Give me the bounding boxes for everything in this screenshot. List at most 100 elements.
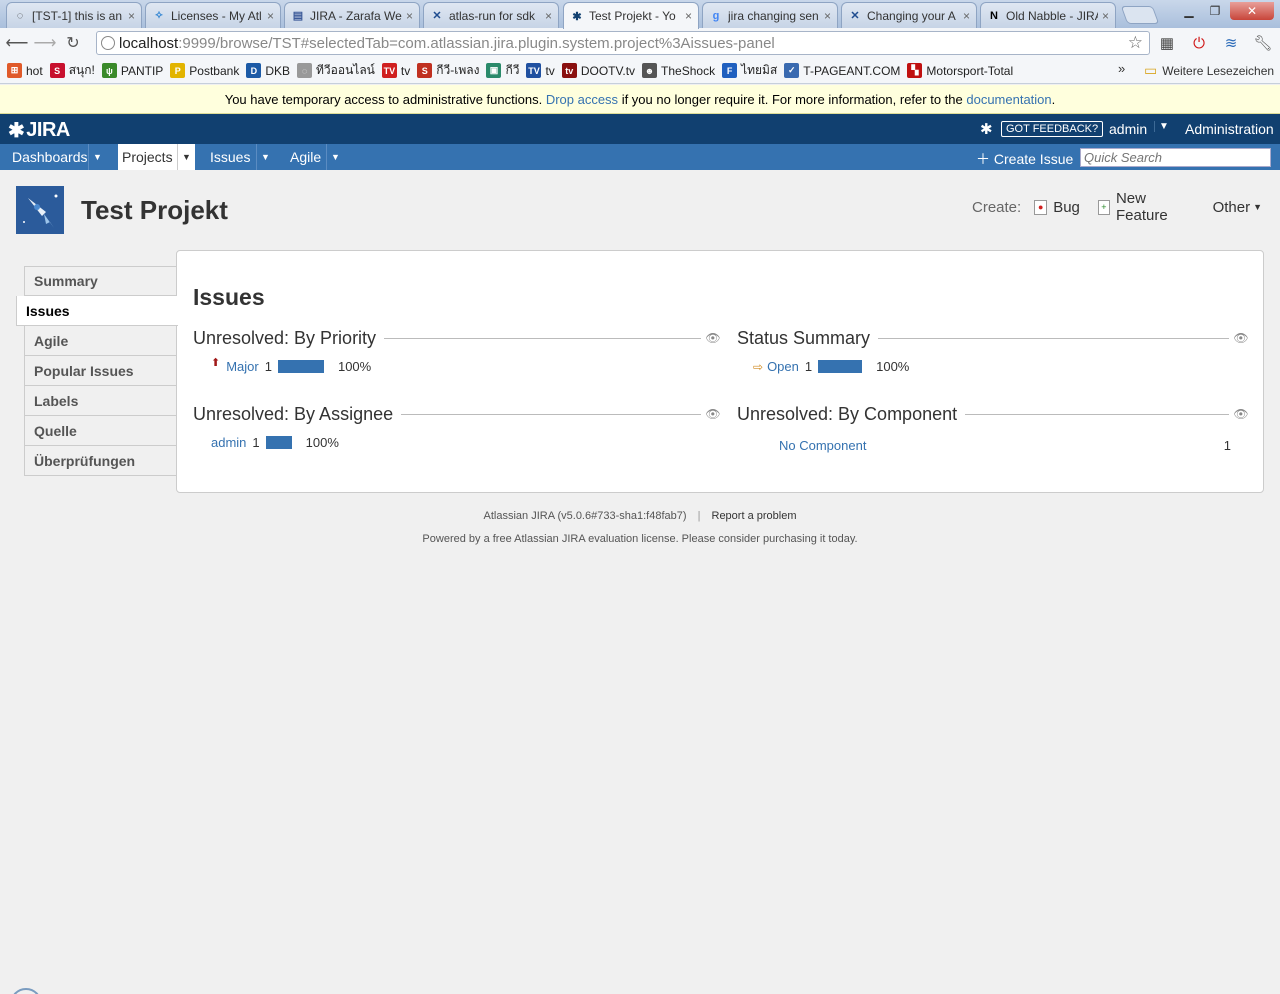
- restore-icon[interactable]: ❐: [1202, 2, 1228, 20]
- bookmark-item[interactable]: tv DOOTV.tv: [561, 63, 635, 78]
- bookmark-item[interactable]: ◌ ทีวีออนไลน์: [297, 61, 375, 80]
- administration-link[interactable]: Administration: [1185, 121, 1274, 137]
- chevron-down-icon[interactable]: ▼: [177, 144, 195, 170]
- bookmark-star-icon[interactable]: ☆: [1128, 33, 1143, 53]
- bookmark-label: hot: [26, 63, 43, 78]
- chevron-down-icon[interactable]: ▼: [256, 144, 274, 170]
- address-bar[interactable]: localhost :9999/browse/TST#selectedTab=c…: [96, 31, 1150, 55]
- assignee-link[interactable]: admin: [211, 435, 246, 450]
- create-bug-button[interactable]: ● Bug: [1034, 199, 1080, 216]
- browser-tab[interactable]: ◌ [TST-1] this is an ×: [6, 2, 142, 28]
- sidebar-tab-agile[interactable]: Agile: [24, 326, 177, 356]
- stack-icon[interactable]: ≋: [1220, 32, 1242, 54]
- component-link[interactable]: No Component: [779, 438, 866, 453]
- bookmark-item[interactable]: ψ PANTIP: [101, 63, 163, 78]
- tab-title: [TST-1] this is an: [32, 8, 123, 23]
- assignee-percent: 100%: [305, 435, 339, 450]
- eye-icon[interactable]: 👁︎: [705, 407, 721, 421]
- user-menu[interactable]: admin: [1109, 121, 1147, 137]
- sidebar-tab-popular-issues[interactable]: Popular Issues: [24, 356, 177, 386]
- bookmark-item[interactable]: ▚ Motorsport-Total: [907, 63, 1013, 78]
- globe-icon: ◌: [16, 9, 24, 22]
- bookmark-item[interactable]: TV tv: [526, 63, 555, 78]
- bug-icon: ●: [1034, 199, 1048, 215]
- other-bookmarks-folder[interactable]: ▭ Weitere Lesezeichen: [1144, 62, 1274, 79]
- close-icon[interactable]: ×: [685, 9, 692, 23]
- browser-tab[interactable]: g jira changing sen ×: [702, 2, 838, 28]
- chevron-down-icon[interactable]: ▼: [1154, 121, 1169, 132]
- feedback-icon[interactable]: ✱: [980, 120, 993, 138]
- bookmark-item[interactable]: F ไทยมิส: [722, 61, 777, 80]
- drop-access-link[interactable]: Drop access: [546, 92, 618, 107]
- bookmark-label: tv: [545, 63, 555, 78]
- browser-tab[interactable]: ✕ Changing your A ×: [841, 2, 977, 28]
- wrench-icon[interactable]: 🔧︎: [1252, 32, 1274, 54]
- priority-link[interactable]: Major: [226, 359, 259, 374]
- status-link[interactable]: Open: [767, 359, 799, 374]
- chevron-down-icon[interactable]: ▼: [326, 144, 344, 170]
- theshock-icon: ☻: [642, 63, 658, 78]
- sidebar-tab-reviews[interactable]: Überprüfungen: [24, 446, 177, 476]
- module-divider: [384, 337, 701, 339]
- jira-icon: ✱: [572, 10, 582, 23]
- bookmark-item[interactable]: D DKB: [246, 63, 290, 78]
- bookmark-item[interactable]: S กีวี-เพลง: [417, 61, 479, 80]
- minimize-icon[interactable]: ▁: [1176, 2, 1202, 20]
- bookmark-item[interactable]: P Postbank: [170, 63, 239, 78]
- browser-tab[interactable]: N Old Nabble - JIRA ×: [980, 2, 1116, 28]
- bookmark-item[interactable]: S สนุก!: [49, 61, 95, 80]
- component-count: 1: [1223, 438, 1231, 453]
- documentation-link[interactable]: documentation: [966, 92, 1051, 107]
- close-icon[interactable]: ×: [128, 9, 135, 23]
- new-tab-button[interactable]: [1120, 6, 1160, 24]
- sidebar-tab-issues[interactable]: Issues: [16, 296, 178, 326]
- close-icon[interactable]: ×: [824, 9, 831, 23]
- jira-logo[interactable]: ✱ JIRA: [8, 118, 70, 143]
- nav-issues[interactable]: Issues: [198, 144, 256, 170]
- eye-icon[interactable]: 👁︎: [1233, 407, 1249, 421]
- eye-icon[interactable]: 👁︎: [1233, 331, 1249, 345]
- banner-text: if you no longer require it. For more in…: [621, 91, 963, 107]
- bookmark-item[interactable]: ⊞ hot: [7, 63, 43, 78]
- chevron-down-icon[interactable]: ▼: [88, 144, 106, 170]
- adblock-icon[interactable]: ⏻: [1188, 32, 1210, 54]
- browser-tab[interactable]: ⟡ Licenses - My Atl ×: [145, 2, 281, 28]
- create-new-feature-button[interactable]: + New Feature: [1097, 190, 1195, 224]
- report-problem-link[interactable]: Report a problem: [712, 510, 797, 522]
- nav-agile[interactable]: Agile: [278, 144, 326, 170]
- bookmark-item[interactable]: ☻ TheShock: [642, 63, 715, 78]
- feedback-button[interactable]: GOT FEEDBACK?: [1001, 121, 1104, 137]
- sidebar-tab-labels[interactable]: Labels: [24, 386, 177, 416]
- admin-access-banner: You have temporary access to administrat…: [0, 85, 1280, 114]
- sidebar-tab-quelle[interactable]: Quelle: [24, 416, 177, 446]
- project-avatar[interactable]: [16, 186, 64, 234]
- close-icon[interactable]: ×: [267, 9, 274, 23]
- folder-label: Weitere Lesezeichen: [1162, 63, 1275, 78]
- bookmark-item[interactable]: TV tv: [381, 63, 410, 78]
- browser-tab[interactable]: ✕ atlas-run for sdk ×: [423, 2, 559, 28]
- bookmark-item[interactable]: ▣ กีวี: [486, 61, 519, 80]
- bookmark-label: กีวี-เพลง: [436, 63, 480, 77]
- module-title: Unresolved: By Priority: [193, 327, 385, 349]
- close-icon[interactable]: ×: [545, 9, 552, 23]
- browser-tab[interactable]: ▤ JIRA - Zarafa Wel ×: [284, 2, 420, 28]
- nav-dashboards[interactable]: Dashboards: [0, 144, 89, 170]
- forward-icon[interactable]: ⟶: [31, 30, 59, 56]
- tab-title: JIRA - Zarafa Wel: [310, 8, 402, 23]
- nav-projects[interactable]: Projects: [118, 144, 178, 170]
- bookmark-item[interactable]: ✓ T-PAGEANT.COM: [784, 63, 900, 78]
- browser-tab-active[interactable]: ✱ Test Projekt - Yo ×: [563, 2, 699, 29]
- sidebar-tab-summary[interactable]: Summary: [24, 266, 177, 296]
- back-icon[interactable]: ⟵: [3, 30, 31, 56]
- create-other-button[interactable]: Other ▼: [1213, 199, 1262, 216]
- close-icon[interactable]: ×: [1102, 9, 1109, 23]
- window-close-icon[interactable]: ✕: [1230, 2, 1274, 20]
- reload-icon[interactable]: ↻: [59, 30, 87, 56]
- eye-icon[interactable]: 👁︎: [705, 331, 721, 345]
- create-issue-button[interactable]: ＋ Create Issue: [976, 149, 1073, 169]
- close-icon[interactable]: ×: [963, 9, 970, 23]
- bookmarks-more-button[interactable]: »: [1118, 61, 1125, 76]
- extension-icon[interactable]: ▦: [1156, 32, 1178, 54]
- close-icon[interactable]: ×: [406, 9, 413, 23]
- quick-search-input[interactable]: [1080, 148, 1271, 167]
